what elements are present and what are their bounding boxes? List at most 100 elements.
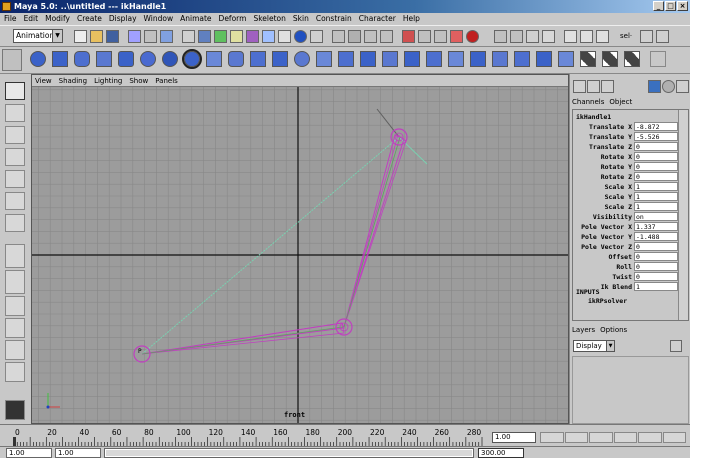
torus-icon[interactable] — [140, 51, 156, 67]
channel-value-field[interactable]: 0 — [634, 162, 678, 171]
channel-name[interactable]: Roll — [616, 262, 632, 272]
channel-row[interactable]: Rotate Z0 — [573, 172, 678, 182]
panel-menu-show[interactable]: Show — [129, 75, 148, 86]
mask-handle-icon[interactable] — [294, 30, 307, 43]
channel-name[interactable]: Pole Vector X — [581, 222, 632, 232]
quick-rename-icon[interactable] — [640, 30, 653, 43]
channel-name[interactable]: Rotate Y — [601, 162, 632, 172]
channel-row[interactable]: Translate Y -5.526 — [573, 132, 678, 142]
channel-row[interactable]: Scale Y1 — [573, 192, 678, 202]
checker-icon[interactable] — [580, 51, 596, 67]
channel-name[interactable]: Offset — [609, 252, 632, 262]
graph-editor-layout-icon[interactable] — [5, 340, 25, 360]
play-backward-button[interactable] — [589, 432, 613, 443]
panel-menu-shading[interactable]: Shading — [59, 75, 87, 86]
channel-name[interactable]: Translate Z — [589, 142, 632, 152]
snap-curve-icon[interactable] — [380, 30, 393, 43]
nurbs-sphere-icon[interactable] — [162, 51, 178, 67]
mask-joints-icon[interactable] — [182, 30, 195, 43]
viewport-canvas[interactable]: P — [32, 87, 568, 423]
tab-object[interactable]: Object — [609, 98, 632, 106]
play-forward-button[interactable] — [613, 432, 637, 443]
channel-name[interactable]: Rotate Z — [601, 172, 632, 182]
channel-row[interactable]: Scale X1 — [573, 182, 678, 192]
panel-menu-lighting[interactable]: Lighting — [94, 75, 122, 86]
close-button[interactable]: × — [677, 1, 688, 11]
menu-create[interactable]: Create — [77, 13, 102, 25]
snap-grid-icon[interactable] — [364, 30, 377, 43]
channel-name[interactable]: Scale Y — [605, 192, 632, 202]
channel-box-scrollbar[interactable] — [678, 110, 688, 320]
inputs-header[interactable]: INPUTS — [576, 288, 627, 297]
menu-help[interactable]: Help — [403, 13, 420, 25]
layer-list[interactable] — [572, 356, 689, 424]
channel-value-field[interactable]: 0 — [634, 172, 678, 181]
input-node-name[interactable]: ikRPsolver — [576, 297, 627, 306]
open-scene-icon[interactable] — [90, 30, 103, 43]
channel-name[interactable]: Pole Vector Y — [581, 232, 632, 242]
shelf-options-icon[interactable] — [650, 51, 666, 67]
lasso-tool-icon[interactable] — [5, 104, 25, 122]
channel-name[interactable]: Rotate X — [601, 152, 632, 162]
channel-value-field[interactable]: -1.488 — [634, 232, 678, 241]
tools-icon[interactable] — [648, 80, 661, 93]
channel-value-field[interactable]: 0 — [634, 252, 678, 261]
menu-window[interactable]: Window — [144, 13, 174, 25]
plane-icon[interactable] — [118, 51, 134, 67]
new-layer-icon[interactable] — [670, 340, 682, 352]
layer-editor-layout-icon[interactable] — [587, 80, 600, 93]
render-view-icon[interactable] — [494, 30, 507, 43]
uv-editor-icon[interactable] — [624, 51, 640, 67]
menu-skin[interactable]: Skin — [293, 13, 309, 25]
range-track[interactable] — [104, 448, 474, 458]
four-view-layout-icon[interactable] — [5, 270, 25, 294]
channel-value-field[interactable]: 0 — [634, 142, 678, 151]
time-slider[interactable]: 0 20 40 60 80 100 120 140 160 180 200 220 240 260 280 … — [0, 424, 690, 447]
playback-start-field[interactable]: 1.00 — [55, 448, 101, 458]
go-to-start-button[interactable] — [540, 432, 564, 443]
input-history-icon[interactable] — [450, 30, 463, 43]
channel-value-field[interactable]: 1 — [634, 202, 678, 211]
save-scene-icon[interactable] — [106, 30, 119, 43]
move-tool-icon[interactable] — [5, 126, 25, 144]
mask-rendering-icon[interactable] — [262, 30, 275, 43]
channel-value-field[interactable]: on — [634, 212, 678, 221]
menu-set-selector[interactable]: Animation ▼ — [13, 29, 63, 43]
mask-misc-icon[interactable] — [278, 30, 291, 43]
mask-deformers-icon[interactable] — [230, 30, 243, 43]
combined-layout-icon[interactable] — [601, 80, 614, 93]
scale-tool-icon[interactable] — [5, 170, 25, 188]
numeric-input-icon[interactable] — [656, 30, 669, 43]
channel-row[interactable]: Offset 0 — [573, 252, 678, 262]
poly-sphere-icon[interactable] — [182, 49, 202, 69]
select-component-icon[interactable] — [160, 30, 173, 43]
channel-row[interactable]: Pole Vector X 1.337 — [573, 222, 678, 232]
poly-cone-icon[interactable] — [250, 51, 266, 67]
channel-row[interactable]: Pole Vector Y -1.488 — [573, 232, 678, 242]
lock-selection-icon[interactable] — [332, 30, 345, 43]
menu-edit[interactable]: Edit — [24, 13, 39, 25]
rotate-tool-icon[interactable] — [5, 148, 25, 166]
select-tool-icon[interactable] — [5, 82, 25, 100]
channel-name[interactable]: Pole Vector Z — [581, 242, 632, 252]
channel-name[interactable]: Translate X — [589, 122, 632, 132]
collapse-panel-icon[interactable] — [676, 80, 689, 93]
channel-row[interactable]: Rotate Y0 — [573, 162, 678, 172]
channel-name[interactable]: Twist — [612, 272, 632, 282]
quadrangulate-icon[interactable] — [558, 51, 574, 67]
channel-row[interactable]: Roll 0 — [573, 262, 678, 272]
panel-menu-panels[interactable]: Panels — [155, 75, 178, 86]
cube-icon[interactable] — [52, 51, 68, 67]
hypershade-layout-icon[interactable] — [5, 362, 25, 382]
cylinder-icon[interactable] — [74, 51, 90, 67]
manipulator-tool-icon[interactable] — [5, 192, 25, 210]
highlight-selection-icon[interactable] — [348, 30, 361, 43]
chevron-down-icon[interactable]: ▼ — [606, 341, 614, 351]
channel-value-field[interactable]: 0 — [634, 272, 678, 281]
mask-surfaces-icon[interactable] — [214, 30, 227, 43]
channel-value-field[interactable]: 1 — [634, 182, 678, 191]
start-time-field[interactable]: 1.00 — [6, 448, 52, 458]
channel-row[interactable]: Visibility on — [573, 212, 678, 222]
checker-map-icon[interactable] — [602, 51, 618, 67]
triangulate-icon[interactable] — [536, 51, 552, 67]
